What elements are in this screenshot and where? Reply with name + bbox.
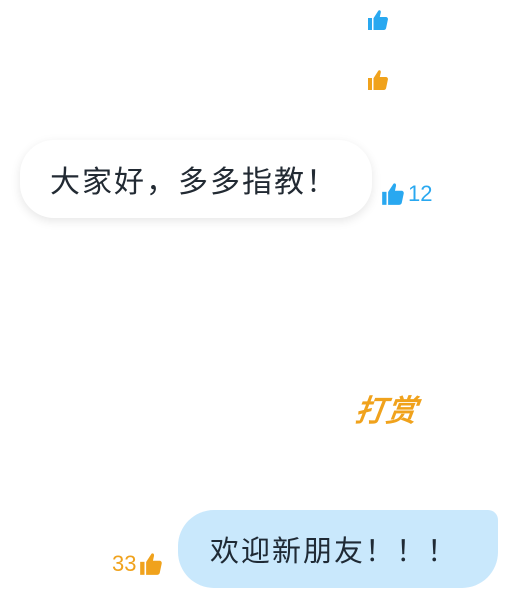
message-text: 欢迎新朋友！！！ xyxy=(210,534,459,568)
message-text: 大家好，多多指教！ xyxy=(50,165,338,200)
thumbs-up-icon[interactable] xyxy=(366,68,390,92)
thumbs-up-icon xyxy=(138,551,164,577)
outgoing-message-bubble[interactable]: 欢迎新朋友！！！ xyxy=(178,510,498,588)
like-count: 12 xyxy=(408,181,433,206)
thumbs-up-icon[interactable] xyxy=(366,8,390,32)
like-button[interactable]: 12 xyxy=(380,180,432,208)
like-button[interactable]: 33 xyxy=(112,550,164,578)
like-count: 33 xyxy=(112,551,137,576)
thumbs-up-icon xyxy=(380,181,406,207)
reward-button[interactable]: 打赏 xyxy=(353,386,421,430)
incoming-message-bubble[interactable]: 大家好，多多指教！ xyxy=(20,140,372,218)
